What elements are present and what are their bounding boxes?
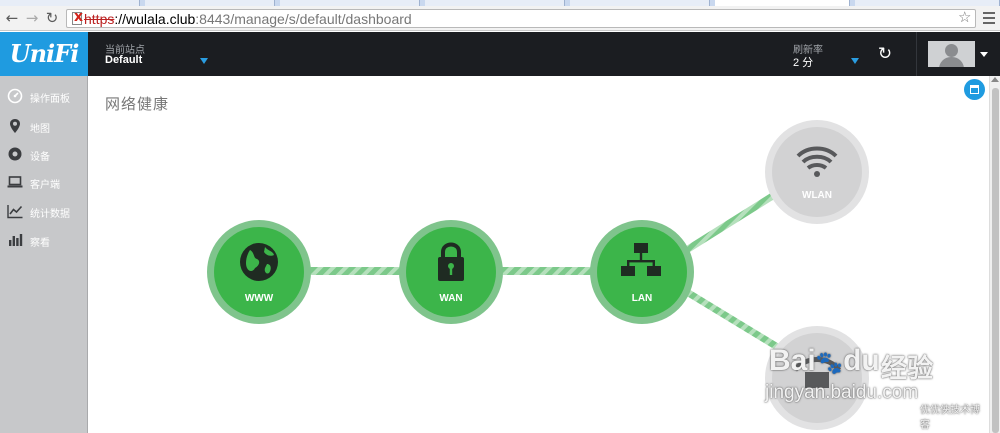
scroll-up-icon[interactable] bbox=[991, 77, 999, 82]
node-vpn[interactable] bbox=[765, 326, 869, 430]
url-host: ://wulala.club bbox=[114, 11, 196, 27]
browser-toolbar: ← → ↻ x https://wulala.club:8443/manage/… bbox=[0, 6, 1000, 31]
node-label-lan: LAN bbox=[632, 293, 653, 304]
bar-chart-icon bbox=[9, 234, 23, 246]
scrollbar-thumb[interactable] bbox=[992, 88, 999, 433]
refresh-rate-value[interactable]: 2 分 bbox=[793, 54, 813, 70]
sidebar-item-label: 操作面板 bbox=[30, 94, 70, 105]
sidebar: 操作面板 地图 设备 客户端 统计数据 察看 bbox=[0, 76, 88, 433]
site-selector-value[interactable]: Default bbox=[105, 54, 142, 66]
node-label-wlan: WLAN bbox=[802, 190, 832, 201]
sidebar-item-label: 设备 bbox=[30, 152, 50, 163]
line-chart-icon bbox=[7, 205, 23, 219]
insecure-icon[interactable]: x bbox=[74, 9, 83, 25]
device-icon bbox=[8, 147, 22, 161]
sidebar-item-label: 客户端 bbox=[30, 180, 60, 191]
bookmark-star-icon[interactable]: ☆ bbox=[958, 10, 971, 25]
sidebar-item-devices[interactable]: 设备 bbox=[0, 140, 88, 168]
avatar[interactable] bbox=[928, 41, 975, 67]
sidebar-item-map[interactable]: 地图 bbox=[0, 112, 88, 140]
link-lan-wlan bbox=[675, 189, 781, 259]
sidebar-item-insights[interactable]: 察看 bbox=[0, 226, 88, 254]
baidu-watermark: Bai🐾du bbox=[769, 344, 880, 377]
forward-icon[interactable]: → bbox=[23, 9, 41, 27]
url-text[interactable]: https://wulala.club:8443/manage/s/defaul… bbox=[84, 11, 412, 27]
url-path: :8443/manage/s/default/dashboard bbox=[195, 11, 412, 27]
node-wan[interactable]: WAN bbox=[399, 220, 503, 324]
vertical-scrollbar[interactable] bbox=[989, 76, 1000, 433]
node-label-www: WWW bbox=[245, 293, 274, 304]
url-scheme: https bbox=[84, 11, 115, 27]
refresh-chevron-down-icon[interactable] bbox=[851, 58, 859, 64]
node-wlan[interactable]: WLAN bbox=[765, 120, 869, 224]
sidebar-item-label: 统计数据 bbox=[30, 209, 70, 220]
watermark-url: jingyan.baidu.com bbox=[765, 382, 919, 403]
sidebar-item-clients[interactable]: 客户端 bbox=[0, 168, 88, 196]
globe-icon bbox=[240, 243, 278, 281]
refresh-icon[interactable]: ↻ bbox=[874, 43, 896, 65]
corner-watermark: 优优侠技术博客 bbox=[920, 405, 980, 431]
unifi-logo[interactable]: UniFi bbox=[0, 32, 88, 76]
laptop-icon bbox=[7, 176, 23, 188]
jingyan-watermark: 经验 bbox=[881, 353, 934, 383]
dashboard-icon bbox=[7, 88, 23, 104]
dashboard-main: 网络健康 WWW WAN LAN WLAN Bai🐾du 经验 jingyan.… bbox=[89, 76, 989, 433]
sidebar-item-statistics[interactable]: 统计数据 bbox=[0, 197, 88, 225]
browser-window: ← → ↻ x https://wulala.club:8443/manage/… bbox=[0, 0, 1000, 433]
sidebar-item-label: 地图 bbox=[30, 124, 50, 135]
reload-icon[interactable]: ↻ bbox=[43, 9, 61, 27]
app-header: UniFi 当前站点 Default 刷新率 2 分 ↻ bbox=[0, 32, 1000, 76]
address-bar[interactable]: x https://wulala.club:8443/manage/s/defa… bbox=[66, 9, 976, 28]
browser-menu-icon[interactable] bbox=[983, 12, 995, 24]
sidebar-item-dashboard[interactable]: 操作面板 bbox=[0, 82, 88, 110]
header-divider bbox=[916, 32, 917, 76]
map-pin-icon bbox=[10, 119, 20, 133]
user-menu-chevron-down-icon[interactable] bbox=[980, 52, 988, 57]
back-icon[interactable]: ← bbox=[3, 9, 21, 27]
network-health-diagram: WWW WAN LAN WLAN bbox=[207, 120, 869, 430]
node-label-wan: WAN bbox=[439, 293, 462, 304]
node-www[interactable]: WWW bbox=[207, 220, 311, 324]
site-chevron-down-icon[interactable] bbox=[200, 58, 208, 64]
link-lan-vpn bbox=[675, 283, 786, 354]
node-lan[interactable]: LAN bbox=[590, 220, 694, 324]
sidebar-item-label: 察看 bbox=[30, 238, 50, 249]
